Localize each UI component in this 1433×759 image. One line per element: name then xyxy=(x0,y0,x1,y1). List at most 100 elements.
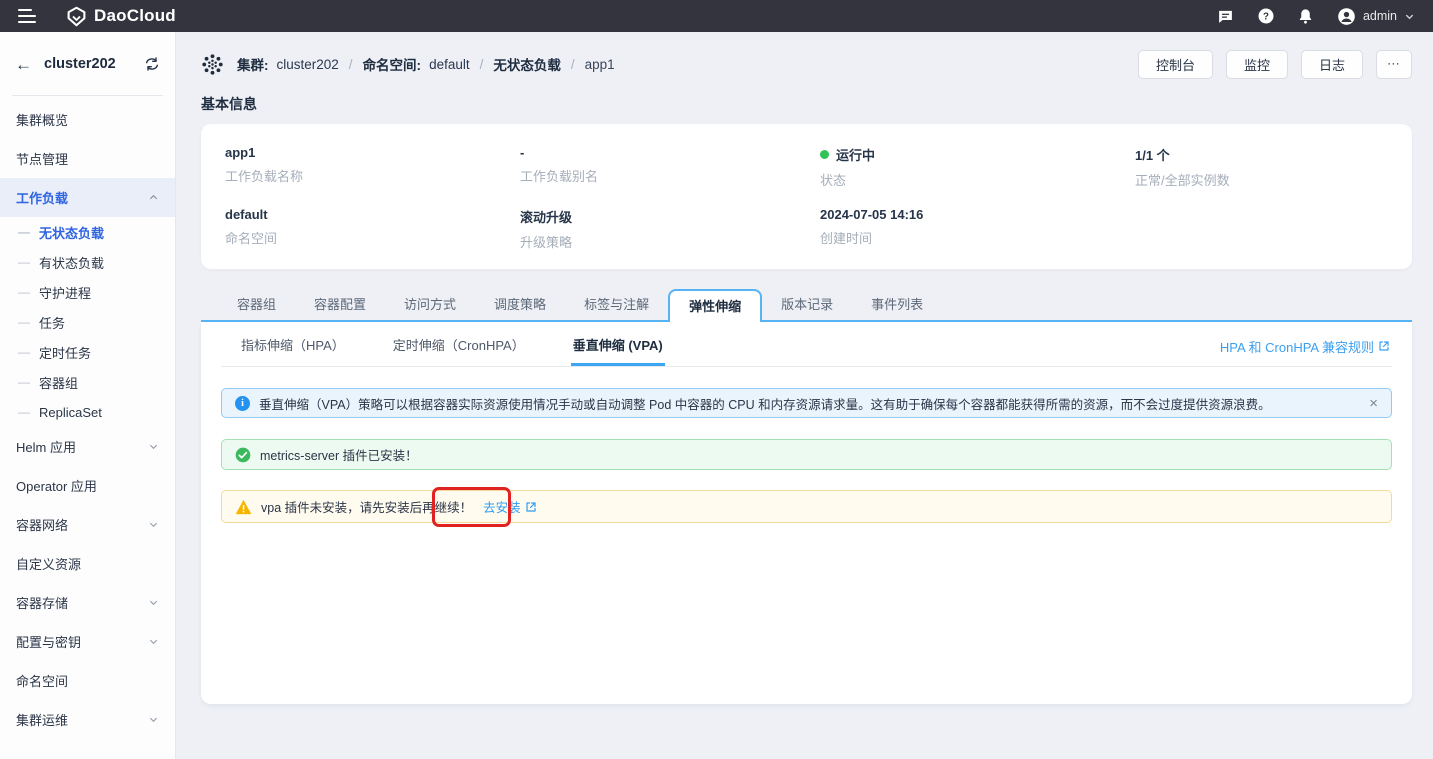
tab-labels-annotations[interactable]: 标签与注解 xyxy=(565,289,668,320)
sidebar-item-cronjobs[interactable]: 定时任务 xyxy=(0,337,175,367)
status-text: 运行中 xyxy=(836,145,875,164)
tab-elastic-scaling[interactable]: 弹性伸缩 xyxy=(668,289,762,322)
breadcrumb-current-page: app1 xyxy=(585,57,615,72)
help-icon[interactable]: ? xyxy=(1257,7,1275,25)
field-value: app1 xyxy=(225,145,520,160)
breadcrumb-namespace-label: 命名空间: xyxy=(363,54,422,74)
chevron-down-icon xyxy=(148,441,159,452)
sidebar-item-label: ReplicaSet xyxy=(39,405,102,420)
sidebar-item-daemonsets[interactable]: 守护进程 xyxy=(0,277,175,307)
sidebar-item-config-secrets[interactable]: 配置与密钥 xyxy=(0,622,175,661)
subtab-vpa[interactable]: 垂直伸缩 (VPA) xyxy=(571,326,665,366)
field-value: 1/1 个 xyxy=(1135,145,1388,164)
tab-access-method[interactable]: 访问方式 xyxy=(385,289,475,320)
scaling-subtabs: 指标伸缩（HPA） 定时伸缩（CronHPA） 垂直伸缩 (VPA) HPA 和… xyxy=(221,326,1392,367)
external-link-icon xyxy=(525,501,537,513)
field-namespace: default 命名空间 xyxy=(225,207,520,251)
sidebar-item-label: 节点管理 xyxy=(16,149,68,168)
breadcrumb-separator: / xyxy=(571,57,575,72)
field-status: 运行中 状态 xyxy=(820,145,1135,189)
dash-icon xyxy=(18,225,30,239)
sidebar-item-label: 定时任务 xyxy=(39,343,91,362)
running-status-dot xyxy=(820,150,829,159)
subtab-cronhpa[interactable]: 定时伸缩（CronHPA） xyxy=(391,326,527,366)
tab-scheduling-policy[interactable]: 调度策略 xyxy=(475,289,565,320)
logs-button[interactable]: 日志 xyxy=(1301,50,1363,79)
sidebar-item-workloads[interactable]: 工作负载 xyxy=(0,178,175,217)
sidebar-item-custom-resources[interactable]: 自定义资源 xyxy=(0,544,175,583)
sidebar-cluster-name: cluster202 xyxy=(44,56,116,72)
sidebar-item-operator-apps[interactable]: Operator 应用 xyxy=(0,466,175,505)
close-icon[interactable] xyxy=(1369,396,1378,411)
breadcrumb-cluster-value[interactable]: cluster202 xyxy=(277,57,339,72)
tab-container-config[interactable]: 容器配置 xyxy=(295,289,385,320)
message-icon[interactable] xyxy=(1217,7,1235,25)
sidebar-item-cluster-ops[interactable]: 集群运维 xyxy=(0,700,175,739)
field-label: 工作负载名称 xyxy=(225,166,520,185)
sidebar-item-container-network[interactable]: 容器网络 xyxy=(0,505,175,544)
field-label: 工作负载别名 xyxy=(520,166,820,185)
warning-banner-text: vpa 插件未安装，请先安装后再继续！ xyxy=(261,497,472,516)
breadcrumb-namespace-value[interactable]: default xyxy=(429,57,470,72)
back-arrow-icon[interactable]: ← xyxy=(15,56,32,73)
console-button[interactable]: 控制台 xyxy=(1138,50,1213,79)
brand-logo[interactable]: DaoCloud xyxy=(66,6,176,27)
sidebar-item-deployments[interactable]: 无状态负载 xyxy=(0,217,175,247)
tab-pods[interactable]: 容器组 xyxy=(218,289,295,320)
success-banner-text: metrics-server 插件已安装！ xyxy=(260,445,418,464)
chevron-down-icon xyxy=(148,597,159,608)
tab-event-list[interactable]: 事件列表 xyxy=(852,289,942,320)
field-instances: 1/1 个 正常/全部实例数 xyxy=(1135,145,1388,189)
main-content: 集群: cluster202 / 命名空间: default / 无状态负载 /… xyxy=(176,32,1433,759)
user-menu[interactable]: admin xyxy=(1337,7,1415,26)
subtab-hpa[interactable]: 指标伸缩（HPA） xyxy=(239,326,347,366)
notification-bell-icon[interactable] xyxy=(1297,7,1315,25)
tab-version-history[interactable]: 版本记录 xyxy=(762,289,852,320)
elastic-scaling-panel: 指标伸缩（HPA） 定时伸缩（CronHPA） 垂直伸缩 (VPA) HPA 和… xyxy=(201,322,1412,704)
vpa-warning-banner: vpa 插件未安装，请先安装后再继续！ 去安装 xyxy=(221,490,1392,523)
field-label: 升级策略 xyxy=(520,232,820,251)
metrics-server-banner: metrics-server 插件已安装！ xyxy=(221,439,1392,470)
hpa-cronhpa-rule-link[interactable]: HPA 和 CronHPA 兼容规则 xyxy=(1220,326,1390,366)
hpa-rule-link-text: HPA 和 CronHPA 兼容规则 xyxy=(1220,337,1374,356)
field-value: default xyxy=(225,207,520,222)
topbar: DaoCloud ? admin xyxy=(0,0,1433,32)
sidebar-item-label: Helm 应用 xyxy=(16,437,76,456)
switch-cluster-icon[interactable] xyxy=(144,56,160,72)
detail-tabs: 容器组 容器配置 访问方式 调度策略 标签与注解 弹性伸缩 版本记录 事件列表 xyxy=(201,289,1412,322)
daocloud-logo-icon xyxy=(66,6,87,27)
more-actions-button[interactable]: ⋯ xyxy=(1376,50,1412,79)
field-workload-alias: - 工作负载别名 xyxy=(520,145,820,189)
sidebar-item-helm-apps[interactable]: Helm 应用 xyxy=(0,427,175,466)
go-install-link-text: 去安装 xyxy=(483,497,521,516)
info-banner-text: 垂直伸缩（VPA）策略可以根据容器实际资源使用情况手动或自动调整 Pod 中容器… xyxy=(259,394,1271,413)
svg-text:?: ? xyxy=(1263,11,1269,22)
sidebar-item-node-management[interactable]: 节点管理 xyxy=(0,139,175,178)
sidebar-item-jobs[interactable]: 任务 xyxy=(0,307,175,337)
sidebar-item-namespaces[interactable]: 命名空间 xyxy=(0,661,175,700)
field-value: 滚动升级 xyxy=(520,207,820,226)
chevron-down-icon xyxy=(1404,11,1415,22)
breadcrumb-separator: / xyxy=(480,57,484,72)
sidebar-item-statefulsets[interactable]: 有状态负载 xyxy=(0,247,175,277)
dash-icon xyxy=(18,345,30,359)
sidebar-item-container-storage[interactable]: 容器存储 xyxy=(0,583,175,622)
sidebar-item-label: 任务 xyxy=(39,313,65,332)
breadcrumb-separator: / xyxy=(349,57,353,72)
menu-icon[interactable] xyxy=(18,9,36,23)
sidebar-item-pods[interactable]: 容器组 xyxy=(0,367,175,397)
sidebar: ← cluster202 集群概览 节点管理 工作负载 无状态负载 有状态负载 … xyxy=(0,32,176,759)
sidebar-item-label: 容器网络 xyxy=(16,515,68,534)
workload-icon xyxy=(201,53,224,76)
chevron-down-icon xyxy=(148,519,159,530)
info-icon xyxy=(235,396,250,411)
sidebar-item-label: 命名空间 xyxy=(16,671,68,690)
sidebar-item-label: 自定义资源 xyxy=(16,554,81,573)
dash-icon xyxy=(18,285,30,299)
sidebar-item-replicasets[interactable]: ReplicaSet xyxy=(0,397,175,427)
basic-info-title: 基本信息 xyxy=(201,94,1412,114)
sidebar-item-cluster-overview[interactable]: 集群概览 xyxy=(0,100,175,139)
breadcrumb-workload-type[interactable]: 无状态负载 xyxy=(493,54,561,74)
go-install-link[interactable]: 去安装 xyxy=(483,497,537,516)
monitor-button[interactable]: 监控 xyxy=(1226,50,1288,79)
